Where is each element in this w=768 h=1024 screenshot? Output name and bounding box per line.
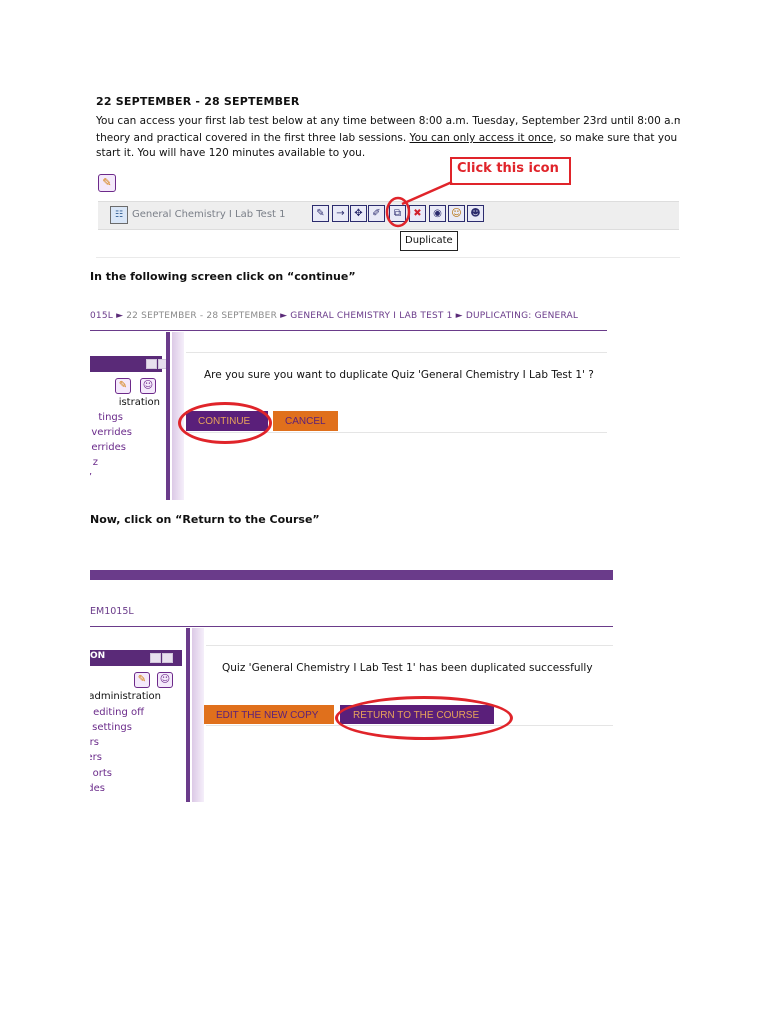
success-message: Quiz 'General Chemistry I Lab Test 1' ha… xyxy=(222,662,593,674)
intro-line-2-post: , so make sure that you have time xyxy=(553,132,680,144)
breadcrumb-separator: ► xyxy=(280,311,288,321)
duplicate-tooltip: Duplicate xyxy=(400,231,458,251)
intro-line-2: theory and practical covered in the firs… xyxy=(96,132,680,144)
dock-icon[interactable] xyxy=(162,653,173,663)
edit-pencil-icon[interactable]: ✎ xyxy=(98,174,116,192)
annotation-circle-return xyxy=(335,696,513,740)
breadcrumb-item-duplicating: DUPLICATING: GENERAL xyxy=(465,311,579,321)
intro-line-2-underlined: You can only access it once xyxy=(409,132,554,144)
header-bar xyxy=(90,570,613,580)
quiz-icon: ☷ xyxy=(110,206,128,224)
instruction-step-2: Now, click on “Return to the Course” xyxy=(90,513,320,526)
tooltip-text: Duplicate xyxy=(405,235,453,246)
assign-roles-icon[interactable]: ☺ xyxy=(140,378,156,394)
sidebar-item-permission-overrides[interactable]: verrides xyxy=(91,427,132,438)
sidebar-item-settings[interactable]: settings xyxy=(92,722,132,733)
edit-icon[interactable]: ✎ xyxy=(312,205,329,222)
divider xyxy=(186,352,607,353)
sidebar-admin-list: istration tings verrides errides z ’ xyxy=(90,395,170,499)
breadcrumb-item-week[interactable]: 22 SEPTEMBER - 28 SEPTEMBER xyxy=(126,311,277,321)
sidebar-block-title: ON xyxy=(90,651,106,661)
sidebar-item-grades[interactable]: des xyxy=(90,783,105,794)
intro-line-2-pre: theory and practical covered in the firs… xyxy=(96,132,410,144)
breadcrumb-item-course[interactable]: 015L xyxy=(90,311,113,321)
sidebar-border xyxy=(186,628,190,802)
annotation-arrow xyxy=(385,180,453,228)
assign-roles-icon[interactable]: ☺ xyxy=(157,672,173,688)
intro-line-1: You can access your first lab test below… xyxy=(96,115,680,127)
breadcrumb-screen2: 015L ► 22 SEPTEMBER - 28 SEPTEMBER ► GEN… xyxy=(90,308,607,328)
divider xyxy=(206,645,613,646)
instruction-step-1: In the following screen click on “contin… xyxy=(90,270,356,283)
intro-text: You can access your first lab test below… xyxy=(96,112,680,162)
edit-new-copy-button[interactable]: EDIT THE NEW COPY xyxy=(204,705,334,724)
minimize-icon[interactable] xyxy=(146,359,157,369)
move-icon[interactable]: ✥ xyxy=(350,205,367,222)
section-divider xyxy=(96,257,680,258)
sidebar-item-users[interactable]: rs xyxy=(90,737,99,748)
sidebar-item-filters[interactable]: ers xyxy=(90,752,102,763)
sidebar-item-reports[interactable]: orts xyxy=(93,768,112,779)
sidebar-border xyxy=(166,332,170,500)
sidebar-item-more[interactable]: ’ xyxy=(90,472,92,483)
week-heading: 22 SEPTEMBER - 28 SEPTEMBER xyxy=(96,95,300,108)
quiz-link[interactable]: General Chemistry I Lab Test 1 xyxy=(132,209,286,220)
sidebar-item-editing-off[interactable]: editing off xyxy=(93,707,144,718)
move-right-icon[interactable]: → xyxy=(332,205,349,222)
edit-pencil-icon[interactable]: ✎ xyxy=(134,672,150,688)
breadcrumb-separator: ► xyxy=(116,311,124,321)
minimize-icon[interactable] xyxy=(150,653,161,663)
breadcrumb-trail: 015L ► 22 SEPTEMBER - 28 SEPTEMBER ► GEN… xyxy=(90,311,578,321)
edit-pencil-icon[interactable]: ✎ xyxy=(115,378,131,394)
breadcrumb-course[interactable]: EM1015L xyxy=(90,606,134,617)
sidebar-admin-list: administration editing off settings rs e… xyxy=(90,688,182,802)
sidebar-item-administration: administration xyxy=(90,691,161,702)
breadcrumb-underline xyxy=(90,626,613,627)
confirm-question: Are you sure you want to duplicate Quiz … xyxy=(204,369,594,381)
sidebar-shadow xyxy=(192,628,204,802)
breadcrumb-item-quiz[interactable]: GENERAL CHEMISTRY I LAB TEST 1 xyxy=(290,311,452,321)
sidebar-item-settings[interactable]: tings xyxy=(98,412,123,423)
sidebar-item-administration: istration xyxy=(118,397,160,408)
breadcrumb-separator: ► xyxy=(455,311,463,321)
annotation-circle-continue xyxy=(178,402,272,444)
breadcrumb-underline xyxy=(90,330,607,331)
sidebar-item-group-overrides[interactable]: errides xyxy=(91,442,126,453)
intro-line-3: start it. You will have 120 minutes avai… xyxy=(96,147,366,159)
cancel-button[interactable]: CANCEL xyxy=(273,411,338,431)
sidebar-item-quiz[interactable]: z xyxy=(93,457,98,468)
